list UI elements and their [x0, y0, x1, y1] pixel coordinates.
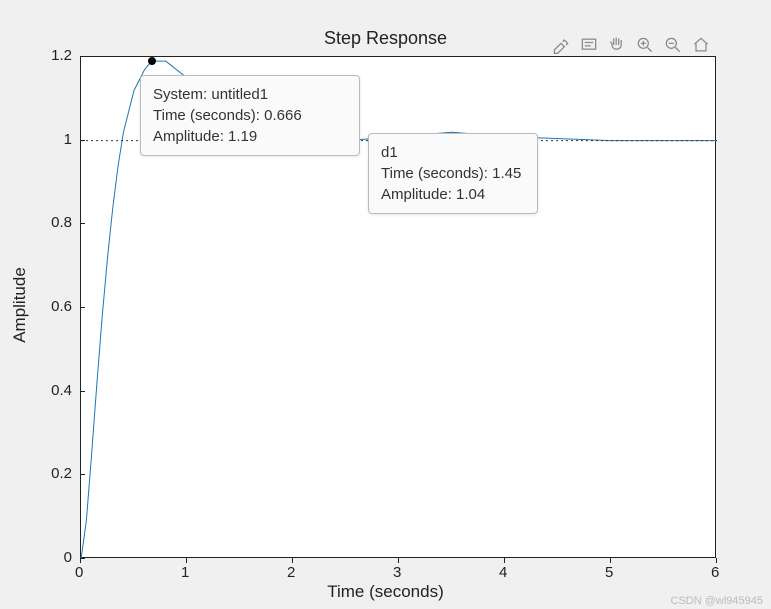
y-tick — [80, 474, 85, 475]
x-tick — [186, 558, 187, 563]
y-tick-label: 0 — [64, 549, 72, 566]
x-tick — [610, 558, 611, 563]
y-tick-label: 1 — [64, 131, 72, 148]
y-axis-label: Amplitude — [10, 0, 30, 609]
peak-marker[interactable] — [148, 57, 156, 65]
x-axis-label: Time (seconds) — [0, 582, 771, 602]
y-tick-label: 1.2 — [51, 47, 72, 64]
pan-icon[interactable] — [605, 33, 629, 57]
datatip-line: Amplitude: 1.19 — [153, 126, 347, 147]
x-tick-label: 3 — [393, 564, 401, 581]
y-tick — [80, 223, 85, 224]
y-tick — [80, 307, 85, 308]
watermark: CSDN @wl945945 — [671, 595, 764, 607]
x-tick-label: 5 — [605, 564, 613, 581]
datatip-second[interactable]: d1 Time (seconds): 1.45 Amplitude: 1.04 — [368, 133, 538, 214]
x-tick — [398, 558, 399, 563]
x-tick-label: 1 — [181, 564, 189, 581]
datatip-line: Amplitude: 1.04 — [381, 184, 525, 205]
y-tick — [80, 140, 85, 141]
y-tick — [80, 558, 85, 559]
datatip-line: Time (seconds): 0.666 — [153, 105, 347, 126]
y-tick-label: 0.8 — [51, 214, 72, 231]
datatip-peak[interactable]: System: untitled1 Time (seconds): 0.666 … — [140, 75, 360, 156]
y-tick-label: 0.4 — [51, 382, 72, 399]
x-tick — [292, 558, 293, 563]
y-tick-label: 0.2 — [51, 465, 72, 482]
figure: Step Response 0123456 00.20.40.60.811.2 … — [0, 0, 771, 609]
home-icon[interactable] — [689, 33, 713, 57]
x-tick — [716, 558, 717, 563]
datatip-icon[interactable] — [577, 33, 601, 57]
y-tick — [80, 56, 85, 57]
x-tick-label: 4 — [499, 564, 507, 581]
x-tick-label: 2 — [287, 564, 295, 581]
x-tick — [504, 558, 505, 563]
datatip-line: d1 — [381, 142, 525, 163]
figure-toolbar — [549, 33, 713, 57]
zoom-out-icon[interactable] — [661, 33, 685, 57]
y-tick — [80, 391, 85, 392]
brush-icon[interactable] — [549, 33, 573, 57]
x-tick-label: 0 — [75, 564, 83, 581]
zoom-in-icon[interactable] — [633, 33, 657, 57]
datatip-line: Time (seconds): 1.45 — [381, 163, 525, 184]
y-tick-label: 0.6 — [51, 298, 72, 315]
x-tick-label: 6 — [711, 564, 719, 581]
datatip-line: System: untitled1 — [153, 84, 347, 105]
